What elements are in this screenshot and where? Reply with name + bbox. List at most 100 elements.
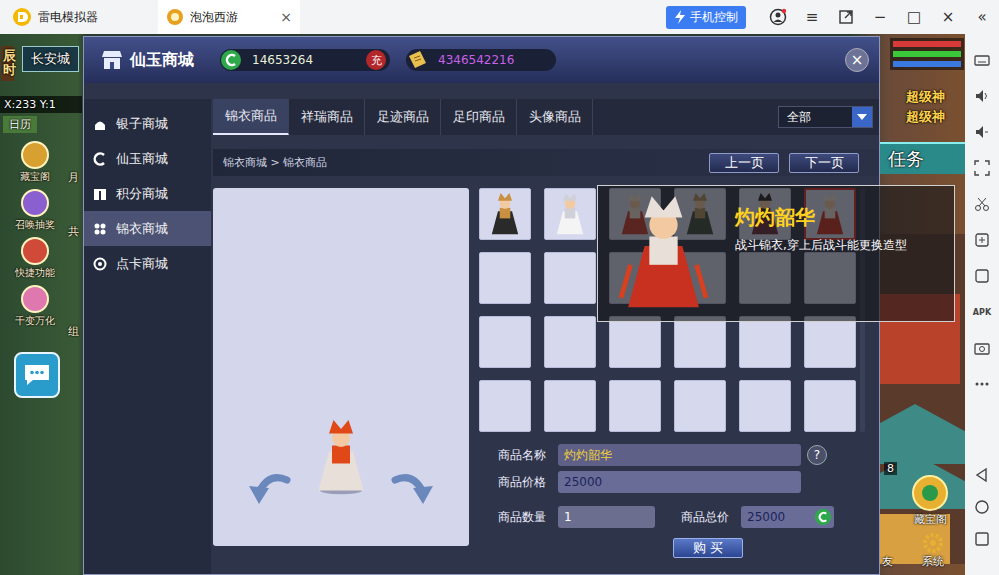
item-slot[interactable] [609, 316, 661, 368]
back-icon[interactable] [974, 467, 990, 483]
rotate-right-icon[interactable] [391, 470, 437, 506]
shop-tab[interactable]: 祥瑞商品 [289, 99, 365, 135]
sidebar-item[interactable] [974, 78, 990, 114]
home-icon[interactable] [974, 499, 990, 515]
shop-tab[interactable]: 足迹商品 [365, 99, 441, 135]
hud-side-label[interactable]: 组 [68, 324, 79, 339]
maximize-button[interactable]: □ [897, 0, 931, 34]
event-banner[interactable]: 超级神 [906, 88, 945, 106]
item-slot-content[interactable] [613, 320, 657, 364]
phone-control-button[interactable]: 手机控制 [666, 6, 746, 29]
item-slot[interactable] [544, 380, 596, 432]
more-icon[interactable] [974, 376, 990, 392]
shop-nav-icon[interactable] [92, 116, 108, 132]
item-slot[interactable] [609, 380, 661, 432]
keyboard-icon[interactable] [974, 52, 990, 68]
shop-tab[interactable]: 足印商品 [441, 99, 517, 135]
hud-button-icon[interactable] [20, 284, 50, 314]
user-icon[interactable] [769, 8, 787, 26]
gear-icon[interactable] [922, 532, 944, 554]
rotate-left-icon[interactable] [245, 470, 291, 506]
map-name[interactable]: 长安城 [22, 46, 79, 72]
popout-icon[interactable] [839, 10, 853, 24]
game-screen[interactable]: 辰时长安城X:233 Y:1日历藏宝阁召唤抽奖快捷功能千变万化月共组超级神超级神… [0, 34, 965, 575]
hud-button[interactable]: 藏宝阁 [20, 140, 50, 184]
item-slot-content[interactable] [808, 384, 852, 428]
hud-button[interactable]: 快捷功能 [15, 236, 55, 280]
item-slot[interactable] [674, 316, 726, 368]
item-slot-content[interactable] [483, 384, 527, 428]
item-slot-content[interactable] [678, 384, 722, 428]
dropdown-arrow-icon[interactable] [852, 107, 872, 127]
item-slot-content[interactable] [483, 256, 527, 300]
item-slot[interactable] [674, 380, 726, 432]
item-slot-content[interactable] [743, 384, 787, 428]
system-button[interactable]: 系统 [913, 532, 953, 569]
category-value[interactable]: 全部 [787, 109, 852, 126]
add-icon[interactable] [974, 232, 990, 248]
hud-button-label[interactable]: 千变万化 [15, 314, 55, 328]
calendar-button[interactable]: 日历 [3, 116, 37, 133]
costume-icon[interactable] [552, 192, 588, 236]
phone-control-label[interactable]: 手机控制 [690, 9, 738, 26]
apk-label[interactable]: APK [973, 308, 991, 317]
close-button[interactable]: × [931, 0, 965, 34]
sidebar-item[interactable] [974, 186, 990, 222]
hud-button-label[interactable]: 藏宝阁 [20, 170, 50, 184]
item-slot-content[interactable] [548, 384, 592, 428]
shop-nav-icon[interactable] [92, 256, 108, 272]
shop-nav-item[interactable]: 积分商城 [84, 176, 211, 211]
item-slot[interactable] [479, 380, 531, 432]
system-label[interactable]: 系统 [922, 554, 944, 569]
sidebar-item[interactable]: APK [973, 294, 991, 330]
tab-close-button[interactable]: × [280, 9, 292, 25]
minimize-button[interactable]: − [863, 0, 897, 34]
shop-nav-label[interactable]: 积分商城 [116, 185, 168, 203]
buy-button[interactable]: 购 买 [673, 538, 743, 558]
item-slot[interactable] [739, 380, 791, 432]
hud-side-label[interactable]: 共 [68, 224, 79, 239]
item-slot[interactable] [804, 316, 856, 368]
treasure-label[interactable]: 藏宝阁 [914, 512, 947, 527]
prev-page-button[interactable]: 上一页 [709, 153, 779, 173]
friend-button[interactable]: 友 [882, 554, 893, 569]
sidebar-item[interactable] [974, 222, 990, 258]
item-slot-content[interactable] [808, 320, 852, 364]
shop-nav-item[interactable]: 点卡商城 [84, 246, 211, 281]
item-slot[interactable] [479, 252, 531, 304]
shop-nav-item[interactable]: 仙玉商城 [84, 141, 211, 176]
recents-icon[interactable] [974, 531, 990, 547]
hud-button[interactable]: 千变万化 [15, 284, 55, 328]
screenshot-icon[interactable] [974, 340, 990, 356]
shop-nav-label[interactable]: 锦衣商城 [116, 220, 168, 238]
sidebar-item[interactable] [974, 366, 990, 402]
hud-button-icon[interactable] [20, 188, 50, 218]
shop-nav-icon[interactable] [92, 221, 108, 237]
item-slot-content[interactable] [548, 256, 592, 300]
item-slot-content[interactable] [483, 192, 527, 236]
item-slot[interactable] [544, 316, 596, 368]
game-tab-label[interactable]: 泡泡西游 [190, 9, 274, 26]
hud-button-label[interactable]: 快捷功能 [15, 266, 55, 280]
help-button[interactable]: ? [807, 445, 827, 465]
item-slot-content[interactable] [548, 320, 592, 364]
item-slot-content[interactable] [678, 320, 722, 364]
shop-nav-item[interactable]: 银子商城 [84, 106, 211, 141]
chat-button[interactable] [14, 352, 60, 398]
costume-icon[interactable] [487, 192, 523, 236]
item-slot-content[interactable] [743, 320, 787, 364]
fullscreen-icon[interactable] [974, 160, 990, 176]
game-tab[interactable]: 泡泡西游 × [158, 0, 300, 34]
sidebar-item[interactable] [974, 150, 990, 186]
shop-nav-label[interactable]: 银子商城 [116, 115, 168, 133]
scissors-icon[interactable] [974, 196, 990, 212]
install-icon[interactable] [974, 268, 990, 284]
hud-button-icon[interactable] [20, 236, 50, 266]
item-slot-content[interactable] [613, 384, 657, 428]
item-slot[interactable] [479, 316, 531, 368]
category-dropdown[interactable]: 全部 [778, 106, 873, 128]
shop-nav-icon[interactable] [92, 186, 108, 202]
volume-down-icon[interactable] [974, 124, 990, 140]
shop-nav-label[interactable]: 仙玉商城 [116, 150, 168, 168]
shop-tab[interactable]: 锦衣商品 [213, 99, 289, 135]
